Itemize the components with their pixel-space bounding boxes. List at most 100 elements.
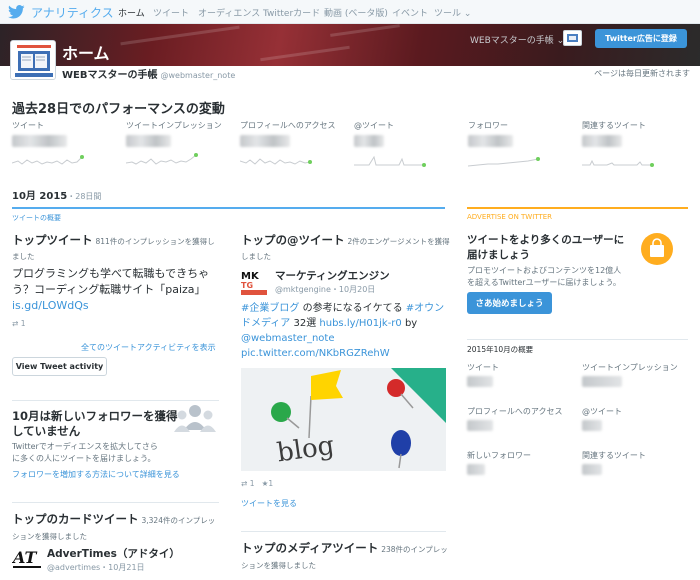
- metric-impressions[interactable]: ツイートインプレッション: [126, 120, 236, 169]
- summary-label: ツイート: [467, 363, 499, 372]
- nav-tools-label: ツール: [434, 9, 462, 19]
- top-card-title-label: トップのカードツイート: [12, 512, 139, 526]
- tweet-image-blog[interactable]: blog: [241, 368, 446, 471]
- top-nav: アナリティクス ホーム ツイート オーディエンス Twitterカード 動画 (…: [0, 0, 700, 26]
- summary-title: 2015年10月の概要: [467, 345, 534, 354]
- advertimes-logo: AT: [11, 546, 42, 572]
- top-card-impressions-cont: ションを獲得しました: [12, 532, 87, 541]
- sparkline: [468, 157, 540, 167]
- top-mention-user-name[interactable]: マーケティングエンジン: [275, 268, 390, 283]
- like-count: 1: [268, 479, 274, 488]
- period-heading: 10月 2015・28日間: [12, 187, 101, 202]
- sparkline: [240, 158, 312, 165]
- section-divider: [12, 207, 445, 209]
- nav-audience[interactable]: オーディエンス: [198, 6, 260, 19]
- followers-illustration: [172, 402, 218, 434]
- pic-link[interactable]: pic.twitter.com/NKbRGZRehW: [241, 348, 390, 359]
- top-tweet-line-2: う？コーディング転職サイト「paiza」: [12, 283, 206, 296]
- metric-value-blurred: [582, 135, 622, 147]
- metric-label: ツイートインプレッション: [126, 121, 222, 130]
- hashtag-link[interactable]: #オウン: [406, 303, 444, 314]
- top-card-impressions: 3,324件のインプレッ: [141, 516, 216, 525]
- top-media-title: トップのメディアツイート 238件のインプレッ: [241, 540, 448, 556]
- hashtag-link-cont[interactable]: ドメディア: [241, 318, 290, 329]
- brand[interactable]: アナリティクス: [8, 4, 114, 20]
- view-tweet-link[interactable]: ツイートを見る: [241, 498, 297, 509]
- mktg-engine-logo[interactable]: MK TG: [241, 268, 267, 296]
- advertise-divider: [467, 207, 688, 209]
- top-card-user-name[interactable]: AdverTimes（アドタイ）: [47, 546, 180, 561]
- top-card-user-handle[interactable]: @advertimes: [47, 563, 100, 572]
- top-mention-engagements-cont: しました: [241, 252, 271, 261]
- top-media-title-label: トップのメディアツイート: [241, 541, 379, 555]
- sparkline: [354, 155, 426, 167]
- advertise-label: ADVERTISE ON TWITTER: [467, 213, 553, 221]
- avatar[interactable]: [10, 40, 56, 80]
- nav-tweets[interactable]: ツイート: [153, 6, 189, 19]
- top-mention-user-meta: @mktgengine・10月20日: [275, 284, 375, 295]
- account-avatar-small[interactable]: [563, 30, 582, 46]
- top-mention-stats: ⇄ 1 ★1: [241, 479, 273, 488]
- shopping-bag-icon: [640, 232, 674, 266]
- view-tweet-activity-button[interactable]: View Tweet activity: [12, 357, 107, 376]
- retweet-count: 1: [20, 319, 26, 328]
- retweet-icon: ⇄: [241, 479, 248, 488]
- hashtag-link[interactable]: #企業ブログ: [241, 303, 299, 314]
- top-tweet-impressions: 811件のインプレッションを獲得し: [95, 237, 215, 246]
- nav-events[interactable]: イベント: [392, 6, 428, 19]
- twitter-ads-signup-button[interactable]: Twitter広告に登録: [595, 29, 687, 48]
- metric-profile-visits[interactable]: プロフィールへのアクセス: [240, 120, 350, 169]
- account-menu-label: WEBマスターの手帳: [470, 36, 554, 46]
- metric-value-blurred: [12, 135, 67, 147]
- brand-label: アナリティクス: [31, 5, 114, 20]
- top-tweet-impressions-cont: ました: [12, 252, 35, 261]
- tweet-text-part: の参考になるイケてる: [299, 303, 406, 314]
- nav-home[interactable]: ホーム: [118, 6, 145, 26]
- advertise-text: プロモツイートおよびコンテンツを12億人 を超えるTwitterユーザーに届けま…: [467, 265, 621, 289]
- sparkline: [12, 155, 84, 165]
- tweet-url-link[interactable]: hubs.ly/H01jk-r0: [319, 318, 401, 329]
- top-card-title: トップのカードツイート 3,324件のインプレッ: [12, 511, 215, 527]
- retweet-count: 1: [249, 479, 255, 488]
- account-menu[interactable]: WEBマスターの手帳 ⌄: [470, 33, 564, 46]
- top-mention-date: ・10月20日: [330, 285, 376, 294]
- summary-value-blurred: [582, 376, 622, 387]
- advertise-text-1: プロモツイートおよびコンテンツを12億人: [467, 266, 622, 275]
- sparkline: [582, 159, 654, 167]
- twitter-bird-icon: [8, 5, 25, 19]
- account-name[interactable]: WEBマスターの手帳 @webmaster_note: [62, 66, 235, 81]
- followers-title-2: していません: [12, 424, 81, 438]
- nav-tools[interactable]: ツール ⌄: [434, 6, 471, 19]
- get-started-button[interactable]: さあ始めましょう: [467, 292, 552, 314]
- mention-link[interactable]: @webmaster_note: [241, 333, 334, 344]
- summary-value-blurred: [467, 376, 493, 387]
- followers-text-1: Twitterでオーディエンスを拡大してさら: [12, 442, 158, 451]
- tweet-text-part: 32選: [290, 318, 320, 329]
- top-tweet-title-label: トップツイート: [12, 233, 93, 247]
- metric-followers[interactable]: フォロワー: [468, 120, 578, 169]
- all-tweet-activity-link[interactable]: 全てのツイートアクティビティを表示: [81, 342, 216, 353]
- summary-value-blurred: [582, 420, 602, 431]
- nav-twitter-cards[interactable]: Twitterカード: [263, 6, 320, 19]
- advertise-text-2: を超えるTwitterユーザーに届けましょう。: [467, 278, 621, 287]
- top-tweet-link[interactable]: is.gd/LOWdQs: [12, 298, 232, 314]
- top-tweet-title: トップツイート 811件のインプレッションを獲得し: [12, 232, 215, 248]
- grow-followers-link[interactable]: フォロワーを増加する方法について詳細を見る: [12, 469, 180, 480]
- summary-label: ツイートインプレッション: [582, 363, 678, 372]
- advertise-title-1: ツイートをより多くのユーザーに: [467, 234, 625, 246]
- page-title: ホーム: [62, 44, 110, 63]
- update-note: ページは毎日更新されます: [594, 69, 690, 78]
- metric-label: フォロワー: [468, 121, 508, 130]
- account-name-label: WEBマスターの手帳: [62, 70, 158, 81]
- top-mention-user-handle[interactable]: @mktgengine: [275, 285, 331, 294]
- summary-value-blurred: [582, 464, 602, 475]
- followers-title-1: 10月は新しいフォロワーを獲得: [12, 409, 178, 423]
- performance-title: 過去28日でのパフォーマンスの変動: [12, 102, 225, 117]
- metric-mentions[interactable]: @ツイート: [354, 120, 464, 169]
- metric-tweets[interactable]: ツイート: [12, 120, 122, 169]
- chevron-down-icon: ⌄: [463, 9, 472, 19]
- top-card-date: ・10月21日: [100, 563, 145, 572]
- metric-label: @ツイート: [354, 121, 394, 130]
- metric-related-tweets[interactable]: 関連するツイート: [582, 120, 692, 169]
- nav-video-beta[interactable]: 動画 (ベータ版): [324, 6, 388, 19]
